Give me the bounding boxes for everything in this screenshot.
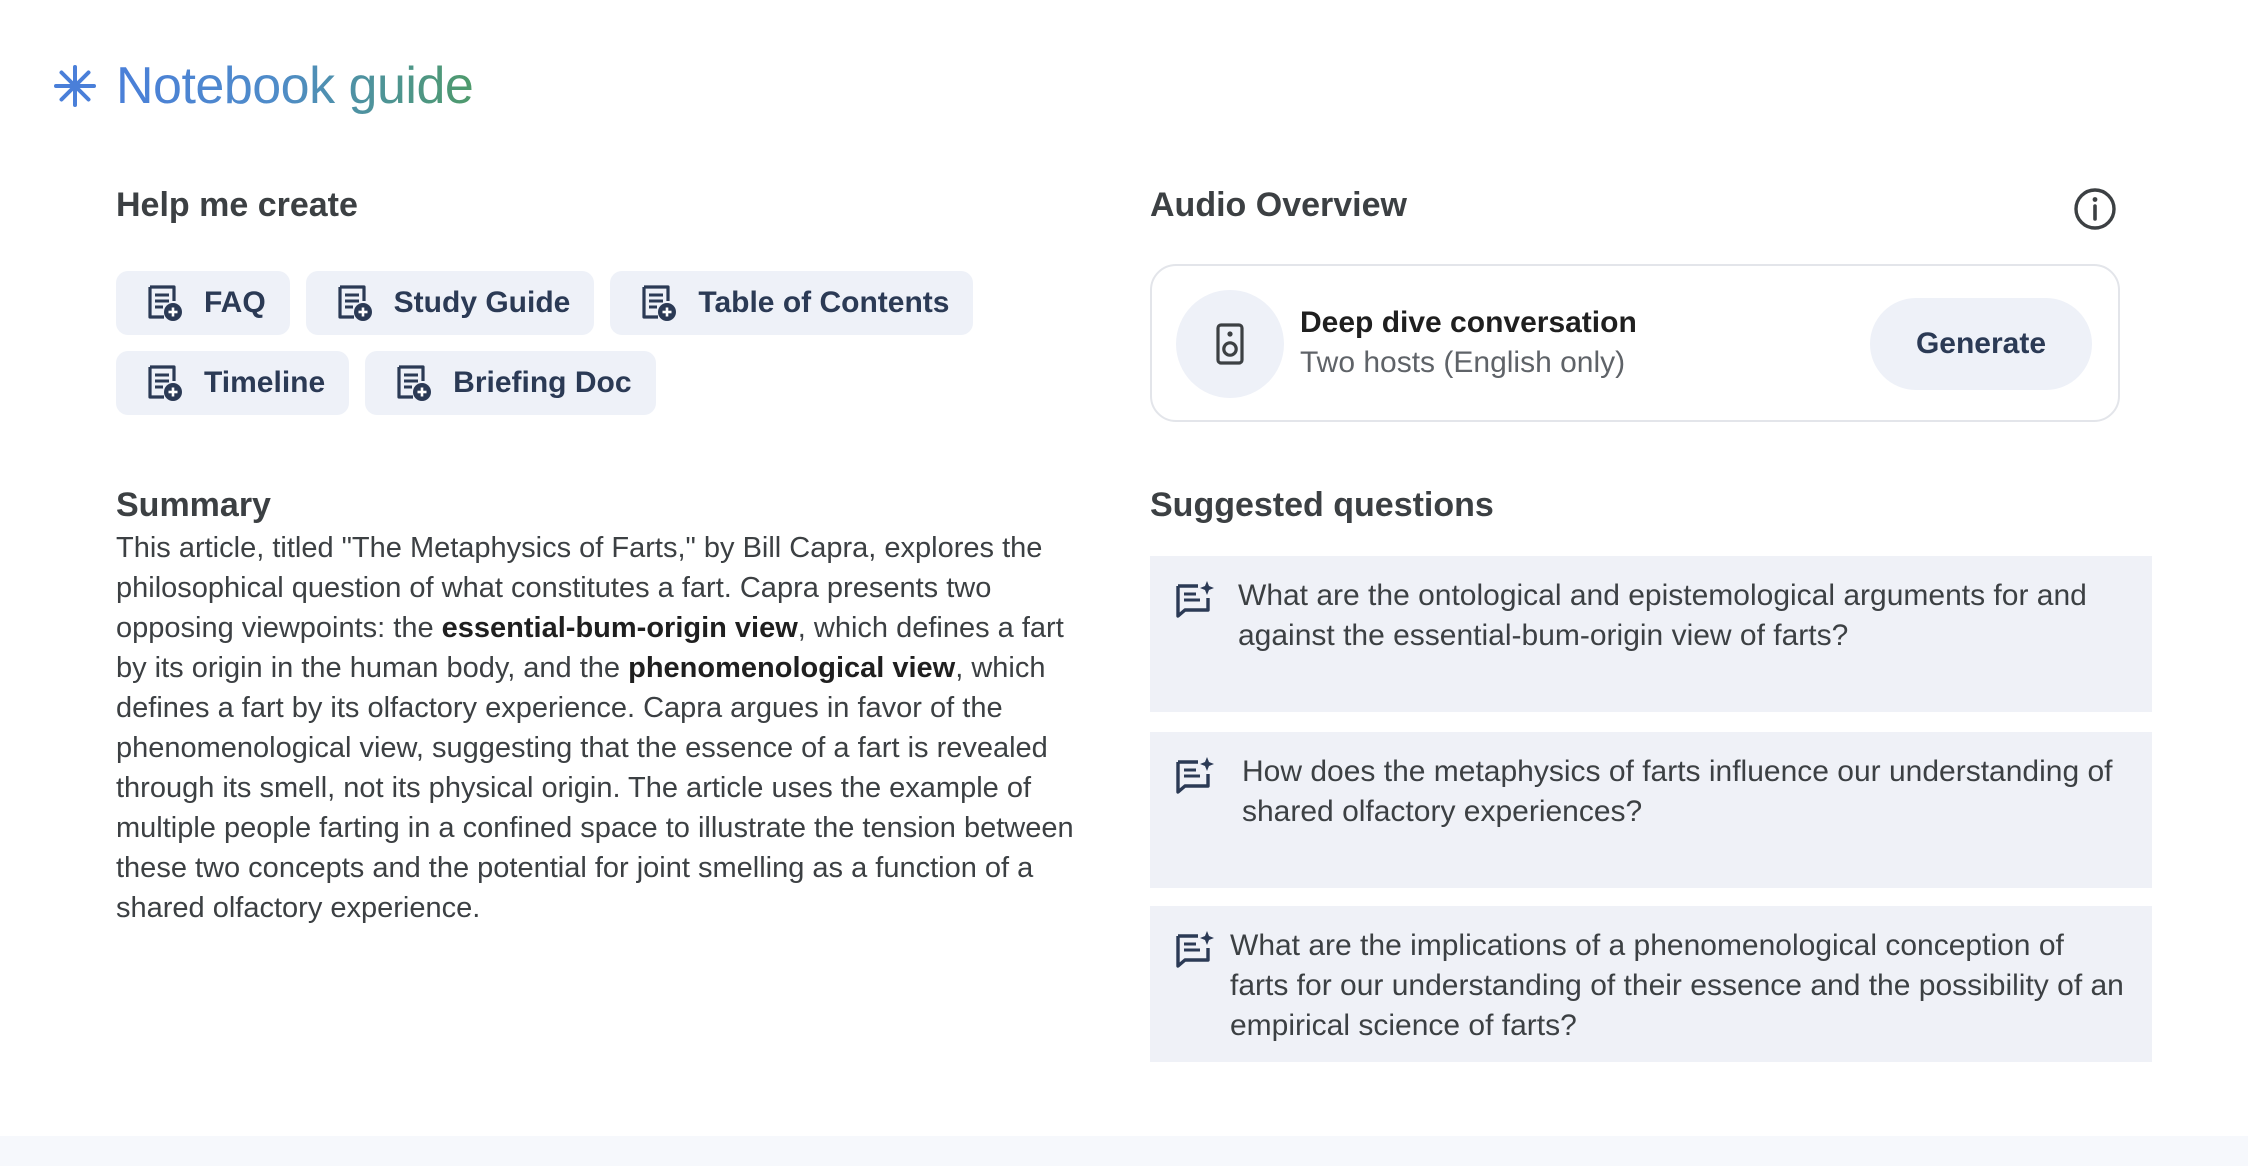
suggested-question-3[interactable]: What are the implications of a phenomeno…	[1150, 906, 2152, 1062]
audio-overview-heading: Audio Overview	[1150, 186, 1407, 224]
table-of-contents-label: Table of Contents	[698, 286, 950, 319]
faq-button[interactable]: FAQ	[116, 271, 290, 335]
speaker-badge	[1176, 290, 1284, 398]
generate-button[interactable]: Generate	[1870, 298, 2092, 390]
audio-card-subtitle: Two hosts (English only)	[1300, 346, 1626, 379]
speaker-icon	[1216, 323, 1244, 365]
suggested-questions-heading: Suggested questions	[1150, 486, 1494, 524]
summary-text: This article, titled "The Metaphysics of…	[116, 528, 1076, 928]
suggested-question-2[interactable]: How does the metaphysics of farts influe…	[1150, 732, 2152, 888]
note-add-icon	[148, 285, 182, 321]
info-icon[interactable]	[2072, 186, 2118, 232]
note-add-icon	[642, 285, 677, 321]
question-text: What are the implications of a phenomeno…	[1230, 929, 2124, 1042]
briefing-doc-button[interactable]: Briefing Doc	[365, 351, 656, 415]
audio-overview-card: Deep dive conversation Two hosts (Englis…	[1150, 264, 2120, 422]
audio-card-title: Deep dive conversation	[1300, 306, 1637, 339]
faq-label: FAQ	[204, 286, 266, 319]
summary-bold-phenomenological: phenomenological view	[628, 652, 956, 684]
note-add-icon	[148, 365, 182, 401]
timeline-button[interactable]: Timeline	[116, 351, 350, 415]
study-guide-button[interactable]: Study Guide	[305, 271, 595, 335]
note-add-icon	[338, 285, 372, 321]
header: Notebook guide	[52, 56, 474, 116]
timeline-label: Timeline	[204, 366, 326, 399]
help-me-create-heading: Help me create	[116, 186, 358, 224]
question-text: How does the metaphysics of farts influe…	[1242, 755, 2113, 828]
chat-spark-icon	[1176, 757, 1214, 794]
briefing-doc-label: Briefing Doc	[453, 366, 632, 399]
notebook-guide-panel: Notebook guide Help me create FAQ Study …	[0, 0, 2248, 1166]
summary-bold-essential: essential-bum-origin view	[441, 612, 798, 644]
question-text: What are the ontological and epistemolog…	[1238, 579, 2087, 652]
page-title: Notebook guide	[116, 57, 474, 115]
summary-part-3: , which defines a fart by its olfactory …	[116, 652, 1074, 924]
chat-spark-icon	[1176, 581, 1214, 618]
table-of-contents-button[interactable]: Table of Contents	[610, 271, 974, 335]
study-guide-label: Study Guide	[393, 286, 571, 319]
footer-band	[0, 1136, 2248, 1166]
spark-icon	[54, 65, 96, 107]
summary-heading: Summary	[116, 486, 271, 524]
note-add-icon	[397, 365, 432, 401]
chat-spark-icon	[1176, 931, 1214, 968]
help-create-buttons: FAQ Study Guide Table of Contents Timeli…	[116, 271, 1016, 431]
suggested-question-1[interactable]: What are the ontological and epistemolog…	[1150, 556, 2152, 712]
